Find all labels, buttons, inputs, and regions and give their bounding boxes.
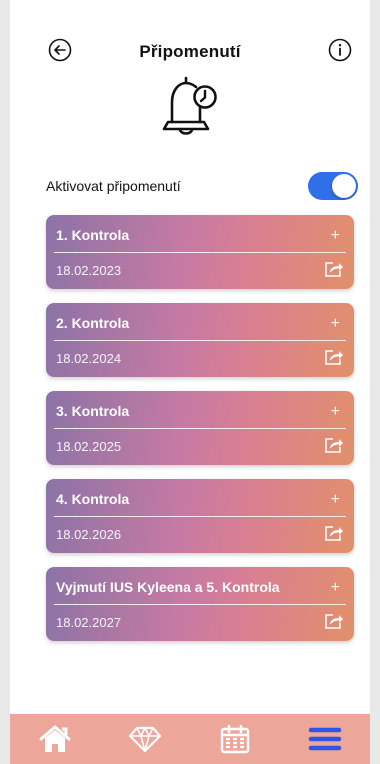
reminder-card-title: 4. Kontrola: [56, 491, 130, 507]
reminder-card-date: 18.02.2024: [56, 351, 122, 366]
reminder-toggle-row: Aktivovat připomenutí: [46, 172, 358, 200]
card-divider: [54, 428, 346, 429]
reminder-toggle-switch[interactable]: [308, 172, 358, 200]
add-button[interactable]: +: [331, 492, 340, 508]
reminder-card[interactable]: 2. Kontrola + 18.02.2024: [46, 303, 354, 377]
add-button[interactable]: +: [331, 228, 340, 244]
tab-bar: [10, 714, 370, 764]
card-divider: [54, 252, 346, 253]
reminder-card-title: 1. Kontrola: [56, 227, 130, 243]
reminder-card[interactable]: 3. Kontrola + 18.02.2025: [46, 391, 354, 465]
reminder-card-title: 3. Kontrola: [56, 403, 130, 419]
tab-home[interactable]: [10, 714, 100, 764]
reminder-card-date: 18.02.2027: [56, 615, 122, 630]
add-button[interactable]: +: [331, 580, 340, 596]
tab-menu[interactable]: [280, 714, 370, 764]
info-circle-icon: [328, 38, 352, 62]
reminder-card[interactable]: 1. Kontrola + 18.02.2023: [46, 215, 354, 289]
reminder-card-date: 18.02.2026: [56, 527, 122, 542]
reminder-card-title: 2. Kontrola: [56, 315, 130, 331]
share-icon[interactable]: [324, 612, 344, 630]
reminder-card[interactable]: Vyjmutí IUS Kyleena a 5. Kontrola + 18.0…: [46, 567, 354, 641]
add-button[interactable]: +: [331, 316, 340, 332]
info-button[interactable]: [328, 38, 352, 62]
page-title: Připomenutí: [139, 42, 241, 61]
diamond-icon: [128, 726, 162, 753]
card-divider: [54, 604, 346, 605]
share-icon[interactable]: [324, 348, 344, 366]
share-icon[interactable]: [324, 260, 344, 278]
reminder-card-date: 18.02.2023: [56, 263, 122, 278]
home-icon: [39, 725, 71, 752]
reminder-card-date: 18.02.2025: [56, 439, 122, 454]
share-icon[interactable]: [324, 436, 344, 454]
menu-icon: [308, 727, 342, 751]
tab-diamond[interactable]: [100, 714, 190, 764]
add-button[interactable]: +: [331, 404, 340, 420]
card-divider: [54, 340, 346, 341]
card-divider: [54, 516, 346, 517]
calendar-icon: [220, 724, 250, 754]
reminders-screen: Připomenutí Aktivovat připomenutí 1. Kon…: [10, 0, 370, 764]
reminder-card[interactable]: 4. Kontrola + 18.02.2026: [46, 479, 354, 553]
reminder-card-title: Vyjmutí IUS Kyleena a 5. Kontrola: [56, 579, 280, 595]
reminder-toggle-label: Aktivovat připomenutí: [46, 178, 181, 194]
bell-clock-icon: [162, 76, 217, 135]
share-icon[interactable]: [324, 524, 344, 542]
toggle-knob: [332, 174, 356, 198]
header: Připomenutí: [10, 30, 370, 70]
reminder-list: 1. Kontrola + 18.02.2023 2. Kontrola + 1…: [46, 215, 354, 655]
tab-calendar[interactable]: [190, 714, 280, 764]
